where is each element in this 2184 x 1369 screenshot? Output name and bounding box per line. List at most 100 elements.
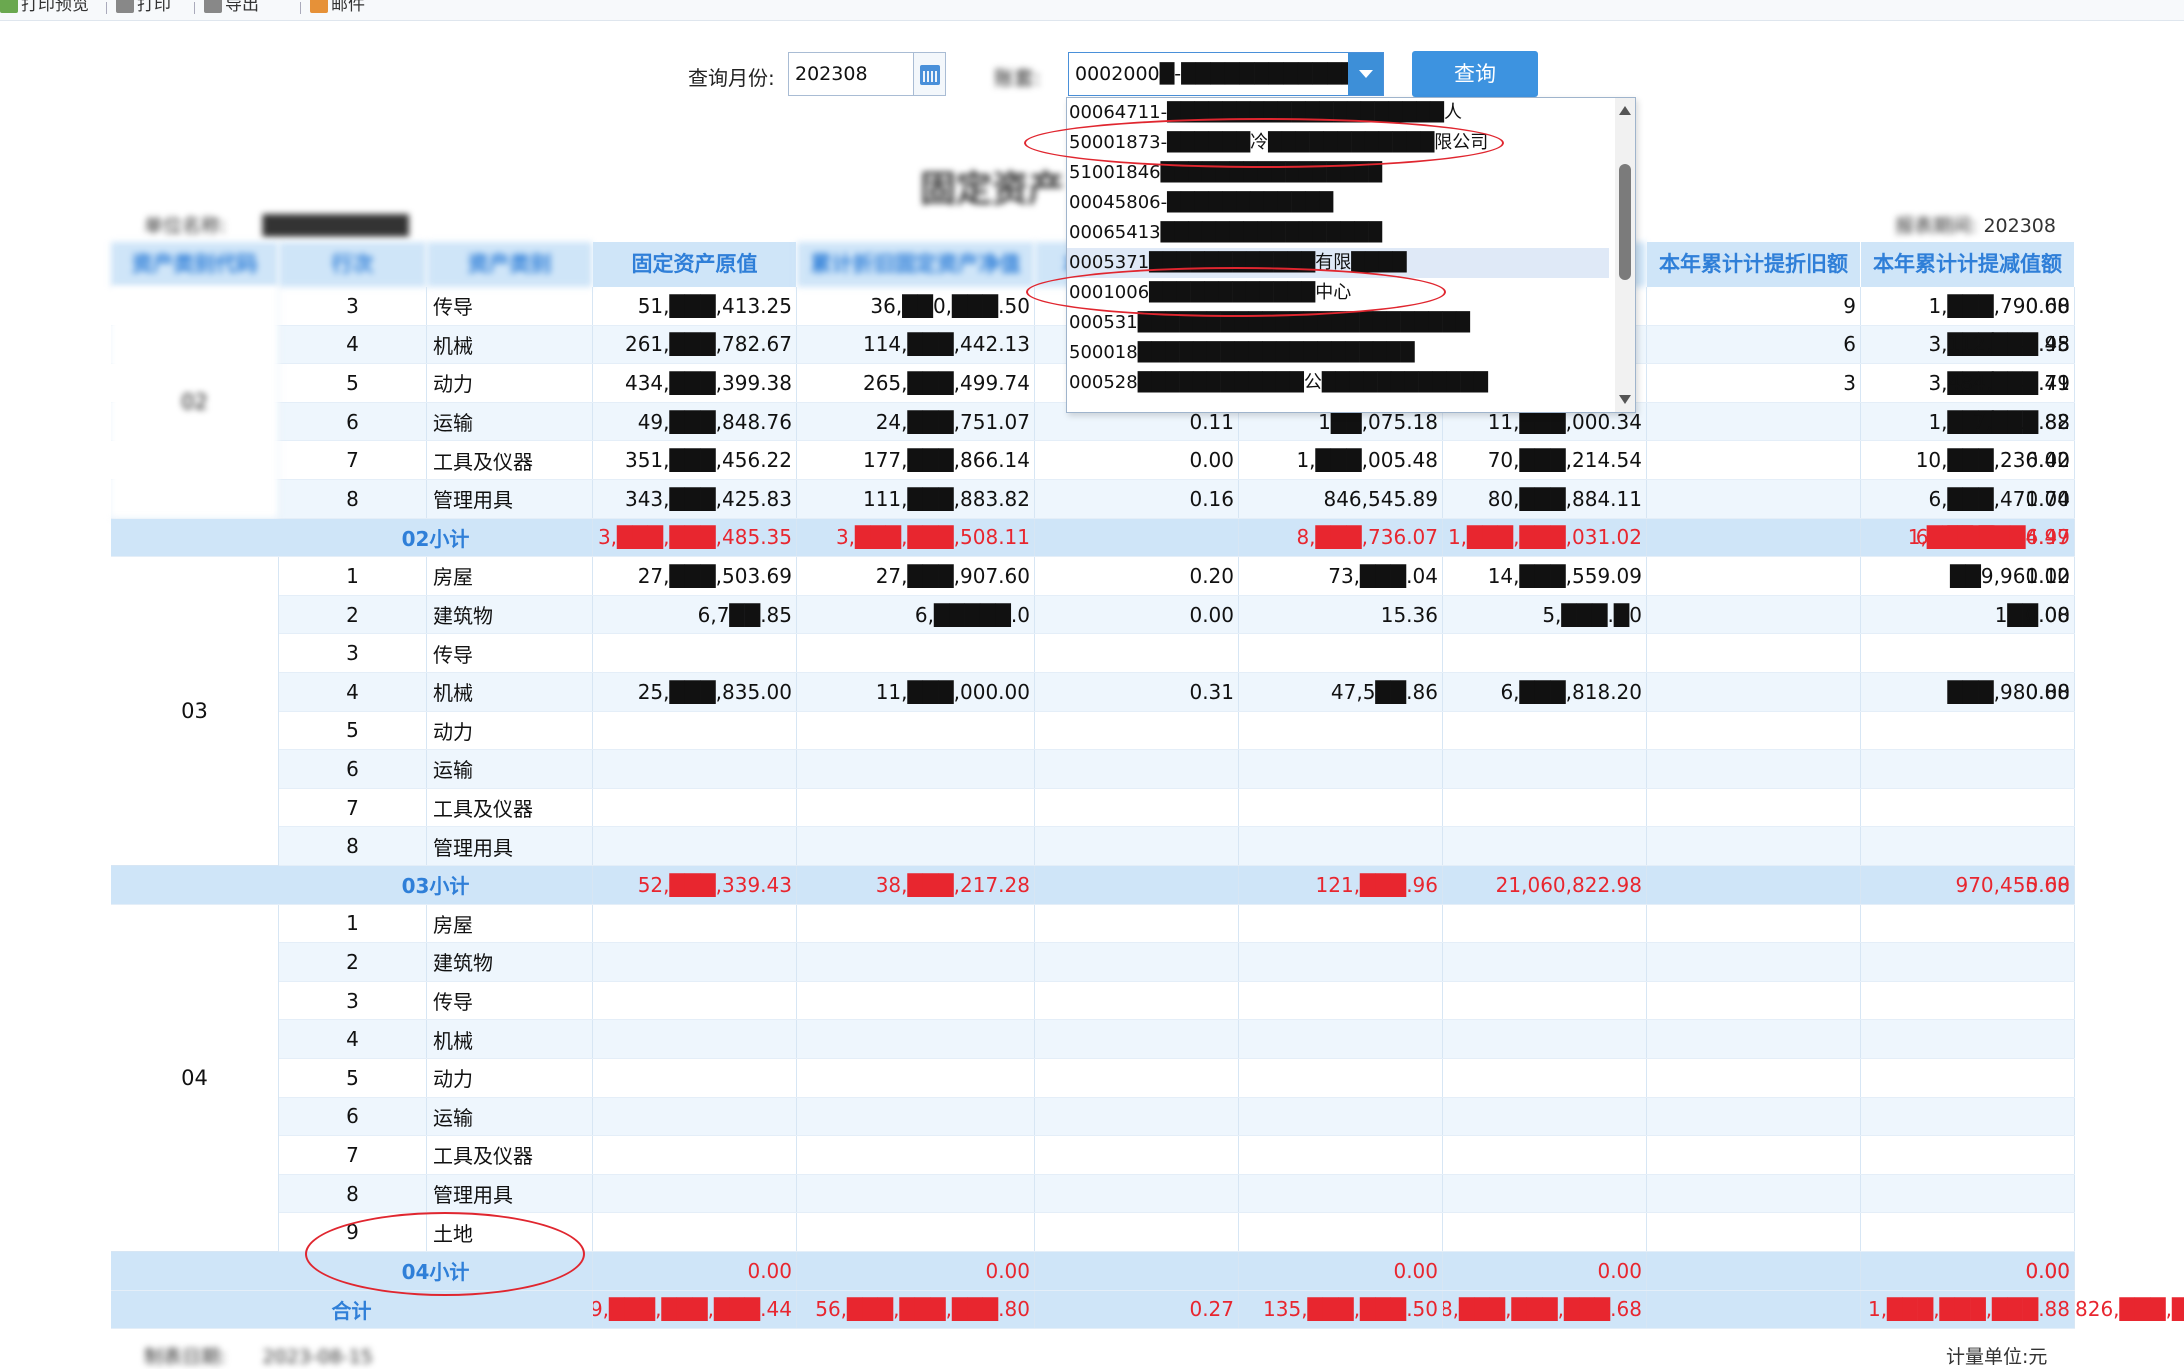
asset-category: 运输 — [427, 402, 593, 441]
table-row[interactable]: 9 土地 — [111, 1213, 2075, 1252]
dropdown-option[interactable]: 0001006████████████中心 — [1067, 278, 1609, 308]
table-row[interactable]: 4 机械 25,███,835.00 11,███,000.00 0.31 47,5██.… — [111, 673, 2075, 712]
column-header[interactable]: 资产类别 — [427, 242, 593, 287]
table-row[interactable]: 7 工具及仪器 — [111, 788, 2075, 828]
dropdown-option[interactable]: 000528████████████公████████████ — [1067, 368, 1609, 398]
account-dropdown-list[interactable]: 00064711-████████████████████人 50001873-█… — [1066, 97, 1636, 413]
column-header[interactable]: 固定资产原值 — [593, 242, 797, 287]
calendar-button[interactable] — [914, 52, 946, 96]
dropdown-option[interactable]: 500018████████████████████ — [1067, 338, 1609, 368]
dropdown-option[interactable]: 000531████████████████████████ — [1067, 308, 1609, 338]
dropdown-option[interactable]: 50001873-██████冷████████████限公司 — [1067, 128, 1609, 158]
printer-icon — [116, 0, 134, 13]
account-select[interactable]: 0002000█-████████████ — [1068, 52, 1384, 96]
table-row[interactable]: 2 建筑物 6,7██.85 6,█████.0 0.00 15.36 5,███.█0 1█… — [111, 595, 2075, 635]
asset-category: 管理用具 — [427, 1174, 593, 1213]
toolbar-item-1[interactable]: 打印 — [116, 0, 171, 16]
table-row[interactable]: 7 工具及仪器 351,███,456.22 177,███,866.14 0.00 1,… — [111, 441, 2075, 480]
value-cell — [797, 904, 1035, 943]
toolbar-item-3[interactable]: 邮件 — [310, 0, 365, 16]
subtotal-row[interactable]: 02小计 3,███,███,485.35 3,███,███,508.11 8,██… — [111, 518, 2075, 558]
value-cell: 56,███,███,███.80 — [797, 1290, 1035, 1329]
table-row[interactable]: 3 传导 — [111, 981, 2075, 1021]
group-code: 03 — [111, 557, 279, 866]
asset-category: 运输 — [427, 1097, 593, 1136]
table-row[interactable]: 1 房屋 — [111, 904, 2075, 944]
value-cell: 1,███,███,031.02 — [1443, 518, 1647, 557]
value-cell — [1035, 827, 1239, 865]
subtotal-label: 03小计 — [279, 866, 593, 904]
dropdown-scrollbar[interactable] — [1615, 98, 1635, 412]
value-cell — [797, 943, 1035, 981]
subtotal-label: 04小计 — [279, 1252, 593, 1290]
table-row[interactable]: 6 运输 — [111, 750, 2075, 789]
value-cell: 434,███,399.38 — [593, 364, 797, 402]
unit-field: 单位名称: ██████████ — [144, 211, 409, 238]
account-label: 账套: — [994, 66, 1041, 90]
asset-category: 房屋 — [427, 557, 593, 595]
row-index: 7 — [279, 788, 427, 827]
value-cell — [593, 1213, 797, 1251]
toolbar-item-2[interactable]: 导出 — [204, 0, 259, 16]
column-header[interactable]: 资产类别代码 — [111, 242, 279, 287]
table-row[interactable]: 8 管理用具 343,███,425.83 111,███,883.82 0.16 846… — [111, 480, 2075, 519]
subtotal-row[interactable]: 03小计 52,███,339.43 38,███,217.28 121,███.96… — [111, 866, 2075, 905]
table-row[interactable]: 7 工具及仪器 — [111, 1136, 2075, 1175]
row-index: 2 — [279, 943, 427, 981]
toolbar-item-0[interactable]: 打印预览 — [0, 0, 89, 16]
row-index: 8 — [279, 480, 427, 518]
value-cell — [593, 943, 797, 981]
value-cell — [1035, 750, 1239, 788]
value-cell — [1861, 1174, 2075, 1213]
value-cell: 0.00 — [797, 1252, 1035, 1290]
column-header[interactable]: 累计折旧固定资产净值 — [797, 242, 1035, 287]
value-cell: 121,███.96 — [1239, 866, 1443, 904]
table-row[interactable]: 4 机械 — [111, 1020, 2075, 1059]
table-row[interactable]: 5 动力 — [111, 711, 2075, 751]
scroll-down-icon[interactable] — [1619, 395, 1631, 404]
value-cell: 1,███,███,███.88 — [1861, 1290, 2075, 1329]
table-row[interactable]: 5 动力 — [111, 1059, 2075, 1098]
value-cell: 0.00 — [1861, 480, 2075, 518]
query-button[interactable]: 查询 — [1412, 51, 1538, 97]
column-header[interactable]: 行次 — [279, 242, 427, 287]
table-row[interactable]: 8 管理用具 — [111, 1174, 2075, 1214]
column-header[interactable]: 本年累计计提减值额 — [1861, 242, 2075, 287]
value-cell: 7,███.82 — [1861, 402, 2075, 441]
value-cell — [1443, 788, 1647, 827]
row-index: 7 — [279, 1136, 427, 1174]
table-row[interactable]: 8 管理用具 — [111, 827, 2075, 866]
chevron-down-icon[interactable] — [1348, 53, 1383, 95]
value-cell — [797, 827, 1035, 865]
table-row[interactable]: 3 传导 — [111, 634, 2075, 673]
table-row[interactable]: 1 房屋 27,███,503.69 27,███,907.60 0.20 73,███.… — [111, 557, 2075, 596]
value-cell — [1861, 1136, 2075, 1174]
table-row[interactable]: 2 建筑物 — [111, 943, 2075, 982]
subtotal-row[interactable]: 04小计 0.00 0.00 0.00 0.00 0.00 0.00 — [111, 1252, 2075, 1291]
value-cell — [1035, 1213, 1239, 1251]
value-cell — [1035, 1059, 1239, 1097]
dropdown-option[interactable]: 00045806-████████████ — [1067, 188, 1609, 218]
column-header[interactable]: 本年累计计提折旧额 — [1647, 242, 1861, 287]
value-cell: 135,███,███.50 — [1239, 1290, 1443, 1329]
value-cell — [1861, 1097, 2075, 1136]
month-input[interactable]: 202308 — [788, 52, 914, 96]
value-cell: 351,███,456.22 — [593, 441, 797, 479]
dropdown-option[interactable]: 00064711-████████████████████人 — [1067, 98, 1609, 128]
group-code: 02 — [111, 287, 279, 519]
value-cell — [593, 827, 797, 865]
scroll-thumb[interactable] — [1619, 164, 1631, 280]
account-value: 0002000█-████████████ — [1075, 63, 1357, 85]
row-index: 9 — [279, 1213, 427, 1251]
value-cell — [797, 1097, 1035, 1136]
period-label: 报表期间: — [1895, 215, 1978, 237]
scroll-up-icon[interactable] — [1619, 106, 1631, 115]
dropdown-option[interactable]: 00065413████████████████ — [1067, 218, 1609, 248]
value-cell — [797, 1020, 1035, 1058]
total-row[interactable]: 合计 79,███,███,███.44 56,███,███,███.80 0.27… — [111, 1290, 2184, 1330]
dropdown-option[interactable]: 51001846████████████████ — [1067, 158, 1609, 188]
dropdown-option[interactable]: 0005371████████████有限████ — [1067, 248, 1609, 278]
value-cell: 6,█████.0 — [797, 595, 1035, 634]
row-index: 4 — [279, 1020, 427, 1058]
table-row[interactable]: 6 运输 — [111, 1097, 2075, 1137]
